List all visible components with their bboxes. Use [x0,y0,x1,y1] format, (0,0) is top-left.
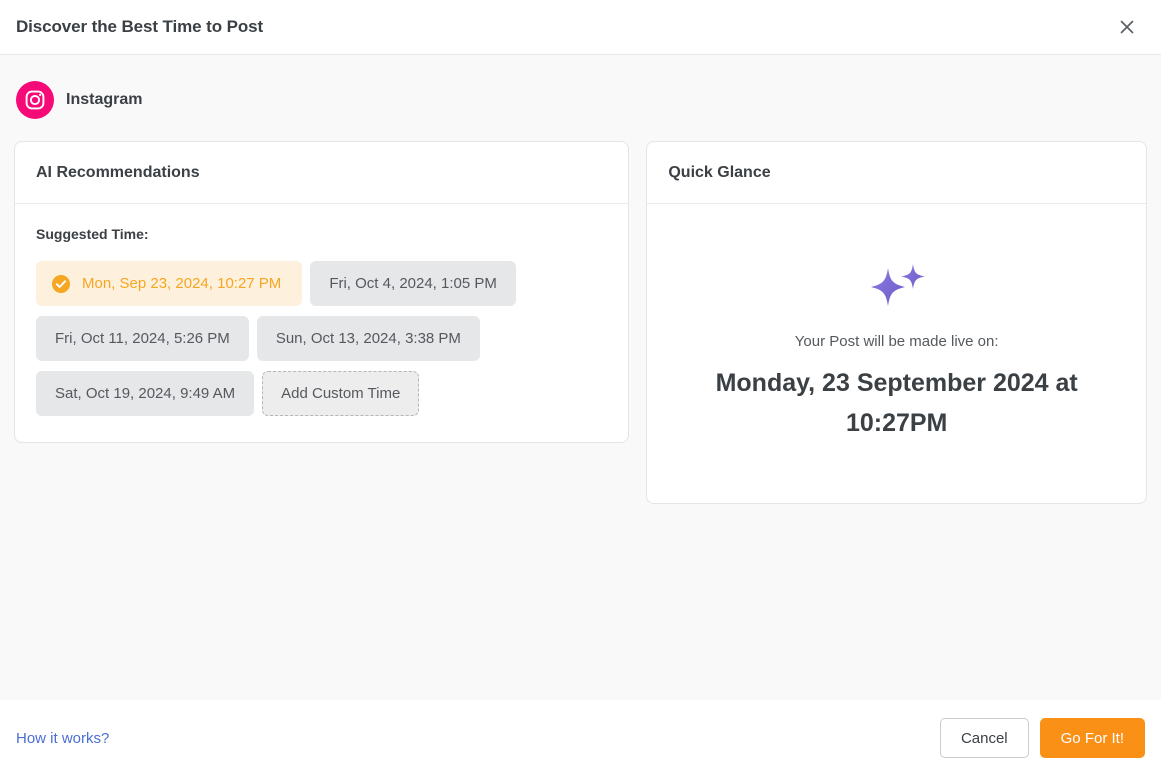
quick-glance-title: Quick Glance [668,163,771,181]
go-for-it-button[interactable]: Go For It! [1039,718,1145,758]
ai-recommendations-title: AI Recommendations [36,163,200,181]
time-chip-label: Fri, Oct 4, 2024, 1:05 PM [329,275,497,292]
cards-row: AI Recommendations Suggested Time: Mon, … [14,141,1147,504]
quick-glance-header: Quick Glance [647,142,1146,204]
time-chip[interactable]: Fri, Oct 11, 2024, 5:26 PM [36,316,249,361]
time-chip-label: Mon, Sep 23, 2024, 10:27 PM [82,275,282,292]
time-chip[interactable]: Sun, Oct 13, 2024, 3:38 PM [256,316,480,361]
time-chip-label: Sat, Oct 19, 2024, 9:49 AM [55,385,236,402]
cancel-button[interactable]: Cancel [939,718,1029,758]
platform-name: Instagram [66,91,143,108]
sparkles-icon [865,262,929,313]
add-custom-time-label: Add Custom Time [281,385,401,402]
ai-recommendations-header: AI Recommendations [15,142,629,204]
platform-row: Instagram [14,81,1147,119]
time-chip-label: Fri, Oct 11, 2024, 5:26 PM [55,330,230,347]
time-chip-label: Sun, Oct 13, 2024, 3:38 PM [275,330,461,347]
page-title: Discover the Best Time to Post [16,17,264,36]
time-chip-selected[interactable]: Mon, Sep 23, 2024, 10:27 PM [36,261,303,306]
time-chip[interactable]: Sat, Oct 19, 2024, 9:49 AM [36,371,255,416]
modal-body: Instagram AI Recommendations Suggested T… [0,55,1161,700]
quick-glance-caption: Your Post will be made live on: [794,333,999,350]
close-icon [1120,20,1134,34]
check-circle-icon [51,274,71,294]
modal-header: Discover the Best Time to Post [0,0,1161,55]
suggested-time-label: Suggested Time: [36,226,149,242]
quick-glance-card: Quick Glance Your Post will be made live… [646,141,1147,504]
instagram-icon [16,81,54,119]
ai-recommendations-card: AI Recommendations Suggested Time: Mon, … [14,141,630,443]
close-button[interactable] [1110,10,1144,44]
quick-glance-datetime: Monday, 23 September 2024 at 10:27PM [715,369,1078,437]
quick-glance-body: Your Post will be made live on: Monday, … [647,204,1146,503]
add-custom-time-button[interactable]: Add Custom Time [262,371,420,416]
footer-actions: Cancel Go For It! [939,718,1145,758]
suggested-time-chip-list: Mon, Sep 23, 2024, 10:27 PM Fri, Oct 4, … [36,261,607,416]
best-time-to-post-modal: Discover the Best Time to Post Instagram [0,0,1161,776]
modal-footer: How it works? Cancel Go For It! [0,700,1161,776]
ai-recommendations-body: Suggested Time: Mon, Sep 23, 2024, 10:27… [15,204,628,442]
how-it-works-link[interactable]: How it works? [16,730,109,747]
time-chip[interactable]: Fri, Oct 4, 2024, 1:05 PM [310,261,516,306]
